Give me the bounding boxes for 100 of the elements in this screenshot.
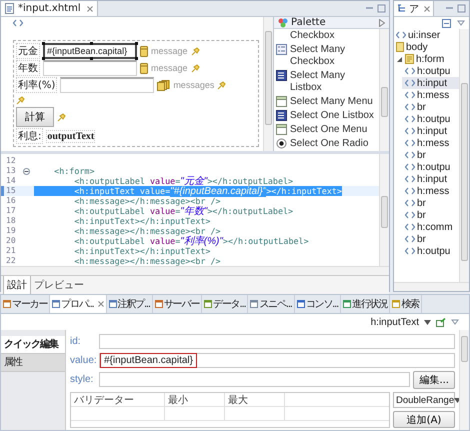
view-menu-icon[interactable] [451,319,459,325]
tree-item[interactable]: h:mess [402,89,459,101]
text-field[interactable]: #{inputBean.capital} [99,353,455,368]
tree-item[interactable]: br [402,149,459,161]
text-field[interactable] [99,372,410,387]
tree-item[interactable]: br [402,197,459,209]
tag-icon [405,187,415,195]
palette-item[interactable]: Checkbox [276,30,377,42]
edit-button[interactable]: 編集... [413,370,455,388]
window-icon [108,300,117,308]
tree-item[interactable]: h:comm [402,221,459,233]
form-icon [405,54,414,64]
palette-item[interactable]: Select Many Checkbox [276,44,377,68]
palette-item[interactable]: Select Many Listbox [276,70,377,94]
tree-item[interactable]: h:outpu [402,245,459,257]
maximize-icon[interactable] [457,4,466,13]
window-icon [296,300,305,308]
field-label: 元金 [16,43,40,59]
maximize-icon[interactable] [377,4,386,13]
input-field[interactable] [60,77,154,93]
horizontal-scrollbar[interactable] [394,282,469,291]
checklist-icon [276,44,287,55]
field-value: #{inputBean.capital} [104,355,193,366]
scrollbar[interactable] [379,29,389,151]
input-field[interactable] [43,60,137,76]
add-button[interactable]: 追加(A) [393,411,455,428]
line-number: 16 [5,196,17,206]
tree-icon [397,4,407,14]
side-tab[interactable]: 属性 [1,354,65,372]
page-tab[interactable]: 設計 [3,276,31,295]
pin-icon [57,112,66,122]
tree-item[interactable]: h:input [402,173,459,185]
scrollbar[interactable] [459,330,469,430]
line-number: 22 [5,256,17,266]
line-number: 14 [5,176,17,186]
tag-icon [405,175,415,183]
line-number: 17 [5,206,17,216]
text-field[interactable] [99,334,455,349]
code-line: <h:message></h:message><br /> [73,256,221,266]
message-text: message [151,63,188,73]
tree-item[interactable]: h:outpu [402,65,459,77]
page-tab[interactable]: プレビュー [31,276,87,294]
palette-item[interactable]: Select One Listbox [276,110,377,122]
close-icon[interactable] [424,6,430,12]
pin-icon [16,96,25,104]
expand-arrow-icon[interactable] [396,56,403,62]
tag-icon [405,223,415,231]
window-icon [3,300,11,308]
message-text: messages [173,80,214,90]
scrollbar[interactable] [263,17,273,151]
tag-icon [405,235,415,243]
outline-tab[interactable]: ア [394,1,434,16]
input-field[interactable]: #{inputBean.capital} [43,43,137,59]
tree-item[interactable]: br [402,209,459,221]
palette-title: Palette [291,17,326,28]
tag-icon [405,115,415,123]
code-line: <h:form> [53,166,95,176]
tree-item[interactable]: h:mess [402,137,459,149]
horizontal-scrollbar[interactable] [1,266,389,275]
tree-item[interactable]: h:mess [402,185,459,197]
window-icon [204,300,212,308]
scrollbar[interactable] [459,29,469,282]
palette-item[interactable]: Select Many Menu [276,96,377,108]
element-name: h:inputText [370,316,419,328]
tree-item[interactable]: br [402,101,459,113]
tree-item[interactable]: h:input [402,125,459,137]
line-number: 13 [5,166,17,176]
output-label: 利息: [16,128,44,144]
close-icon[interactable] [86,6,93,12]
field-label: value: [70,355,96,366]
column-header: 最大 [225,393,285,406]
triangle-icon[interactable] [379,18,385,26]
tree-item[interactable]: br [402,233,459,245]
scrollbar[interactable] [379,154,389,266]
palette-item[interactable]: Select One Menu [276,124,377,136]
line-number: 20 [5,236,17,246]
code-line: <h:outputLabel value="年数"></h:outputLabel> [73,206,294,216]
code-line: <h:inputText></h:inputText> [73,246,210,256]
collapse-all-icon[interactable] [442,18,451,28]
editor-tab[interactable]: *input.xhtml [1,1,98,16]
tree-item[interactable]: h:form [394,53,459,65]
tree-item[interactable]: ui:inser [394,29,459,41]
tree-item[interactable]: h:input [402,77,459,89]
side-tab[interactable]: クイック編集 [1,336,65,354]
calculate-button[interactable]: 計算 [16,107,54,127]
line-number: 21 [5,246,17,256]
view-menu-icon[interactable] [457,20,465,26]
pin-to-view-icon[interactable] [436,318,446,326]
tag-icon [405,151,415,159]
palette-item[interactable]: Select One Radio [276,138,377,150]
tree-item[interactable]: h:outpu [402,113,459,125]
tree-item[interactable]: body [394,41,459,53]
tag-icon [405,91,415,99]
view-tab[interactable]: プロパ... [50,295,107,313]
line-number: 15 [5,186,17,196]
tag-icon [405,79,415,87]
close-icon[interactable] [98,301,104,307]
collapse-icon[interactable] [23,168,30,174]
caret-icon[interactable] [424,320,431,324]
tree-item[interactable]: h:outpu [402,161,459,173]
